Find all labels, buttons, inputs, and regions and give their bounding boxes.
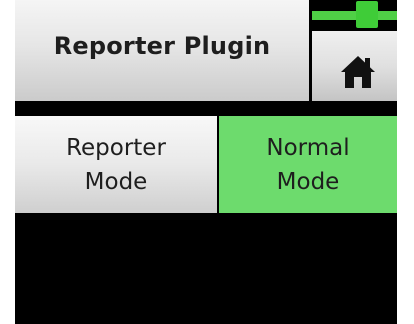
header-divider — [15, 101, 397, 116]
reporter-mode-button[interactable]: Reporter Mode — [15, 116, 217, 213]
page-title: Reporter Plugin — [53, 32, 271, 60]
home-icon — [341, 56, 375, 88]
device-display: Reporter Plugin Reporter Mode Normal Mod… — [15, 0, 397, 324]
normal-mode-button[interactable]: Normal Mode — [219, 116, 397, 213]
title-bar: Reporter Plugin — [15, 0, 312, 101]
home-button[interactable] — [312, 31, 397, 101]
mode-selector: Reporter Mode Normal Mode — [15, 116, 397, 213]
level-slider[interactable] — [312, 0, 397, 31]
reporter-mode-label-line2: Mode — [84, 168, 148, 195]
normal-mode-label-line1: Normal — [266, 134, 350, 161]
plugin-screen: Reporter Plugin Reporter Mode Normal Mod… — [0, 0, 414, 324]
level-slider-track — [312, 11, 397, 20]
level-slider-handle[interactable] — [356, 1, 378, 28]
reporter-mode-label-line1: Reporter — [66, 134, 166, 161]
content-area — [15, 213, 397, 324]
normal-mode-label-line2: Mode — [276, 168, 340, 195]
